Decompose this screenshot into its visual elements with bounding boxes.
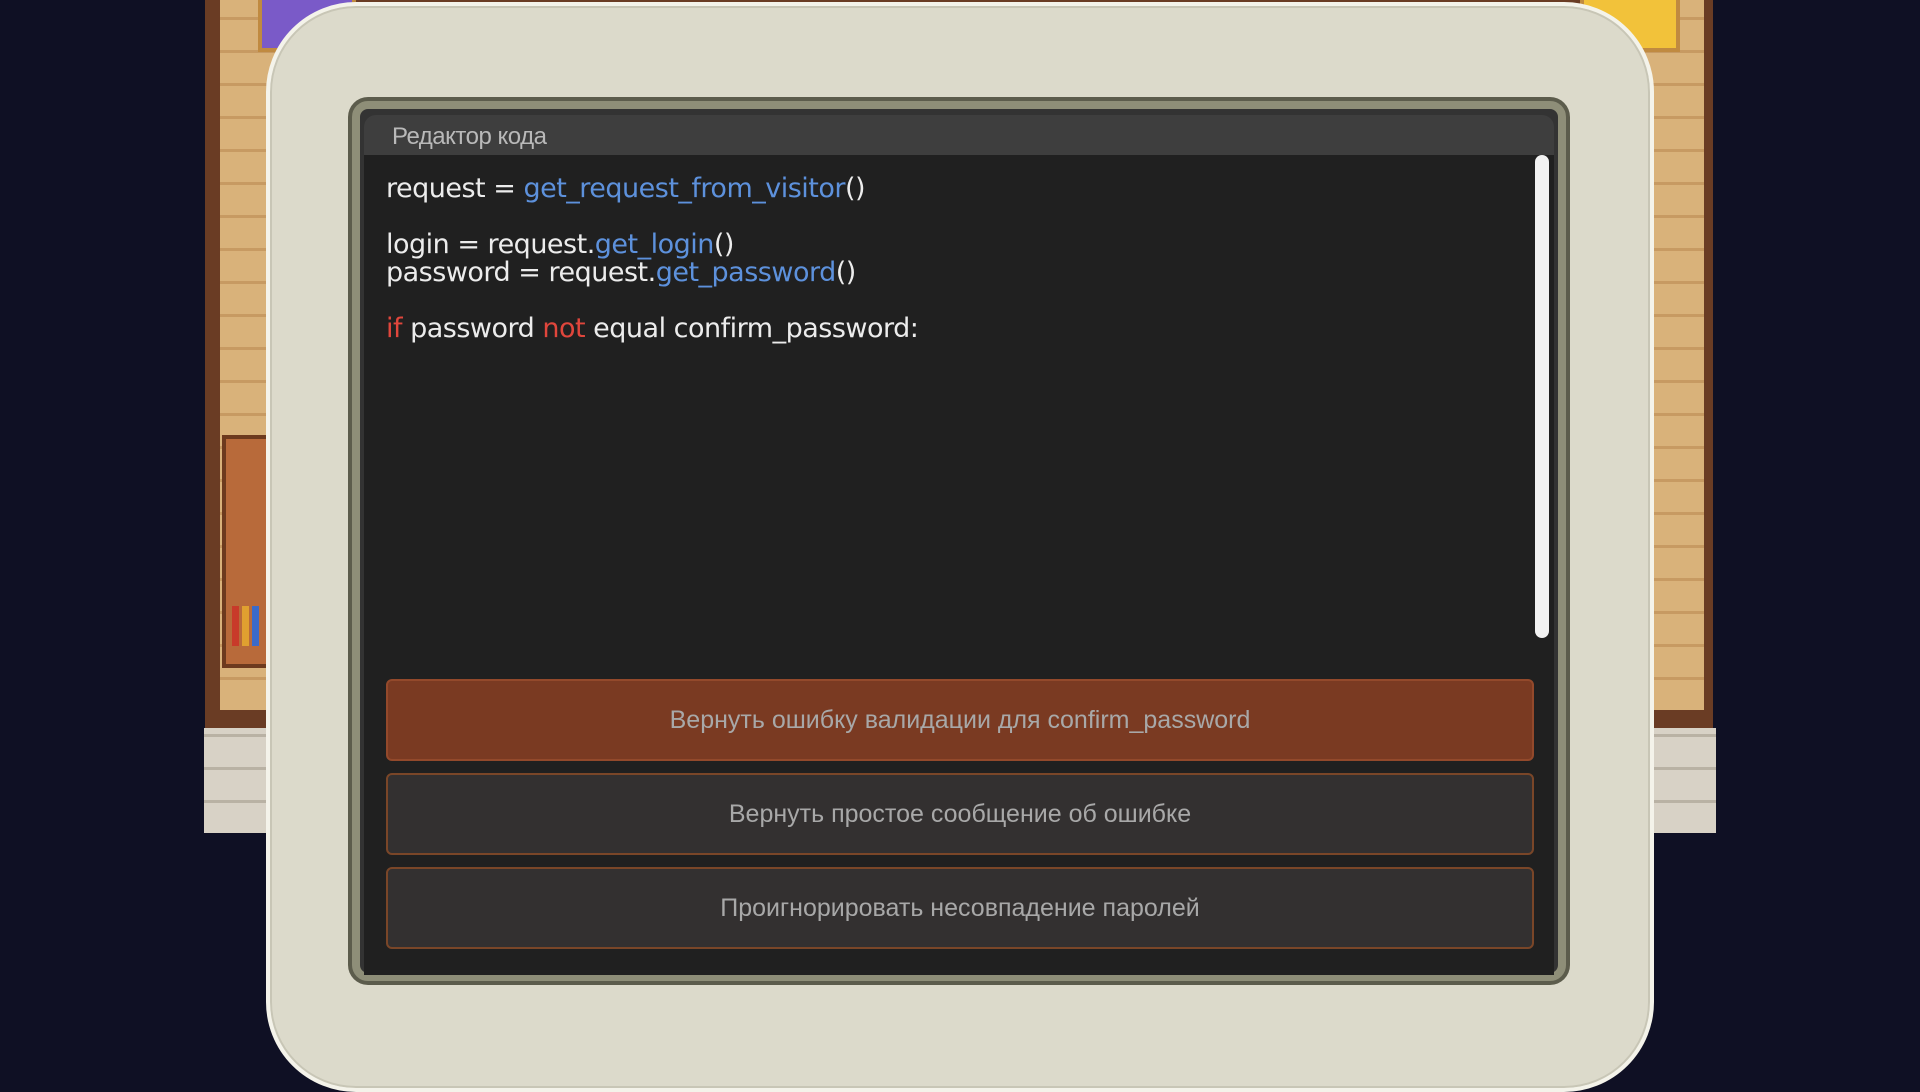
- choice-button-simple-error[interactable]: Вернуть простое сообщение об ошибке: [386, 773, 1534, 855]
- code-line: request = get_request_from_visitor(): [386, 175, 918, 203]
- code-text: request =: [386, 173, 524, 204]
- code-text: password = request.: [386, 257, 656, 288]
- choice-button-validation-error[interactable]: Вернуть ошибку валидации для confirm_pas…: [386, 679, 1534, 761]
- code-line: if password not equal confirm_password:: [386, 313, 919, 344]
- code-line: login = request.get_login(): [386, 231, 918, 259]
- editor-title: Редактор кода: [392, 123, 547, 150]
- book: [242, 606, 249, 646]
- code-function: get_request_from_visitor: [523, 173, 845, 204]
- choice-label: Проигнорировать несовпадение паролей: [720, 893, 1200, 922]
- choice-button-ignore-mismatch[interactable]: Проигнорировать несовпадение паролей: [386, 867, 1534, 949]
- code-block: request = get_request_from_visitor() log…: [386, 175, 919, 344]
- code-keyword: if: [386, 313, 403, 344]
- code-function: get_login: [594, 229, 715, 260]
- code-text: (): [835, 257, 857, 288]
- editor-titlebar: Редактор кода: [364, 115, 1554, 155]
- game-scene: Редактор кода request = get_request_from…: [0, 0, 1920, 1092]
- book: [252, 606, 259, 646]
- choice-label: Вернуть ошибку валидации для confirm_pas…: [669, 705, 1251, 734]
- code-scrollbar[interactable]: [1535, 155, 1549, 638]
- code-text: login = request.: [386, 229, 595, 260]
- code-text: (): [713, 229, 735, 260]
- book: [232, 606, 239, 646]
- choice-label: Вернуть простое сообщение об ошибке: [728, 799, 1192, 828]
- code-text: (): [845, 173, 866, 204]
- code-text: password: [402, 313, 543, 344]
- code-keyword: not: [542, 313, 586, 344]
- code-line: password = request.get_password(): [386, 259, 918, 287]
- code-function: get_password: [655, 257, 837, 288]
- code-text: equal confirm_password:: [585, 313, 919, 344]
